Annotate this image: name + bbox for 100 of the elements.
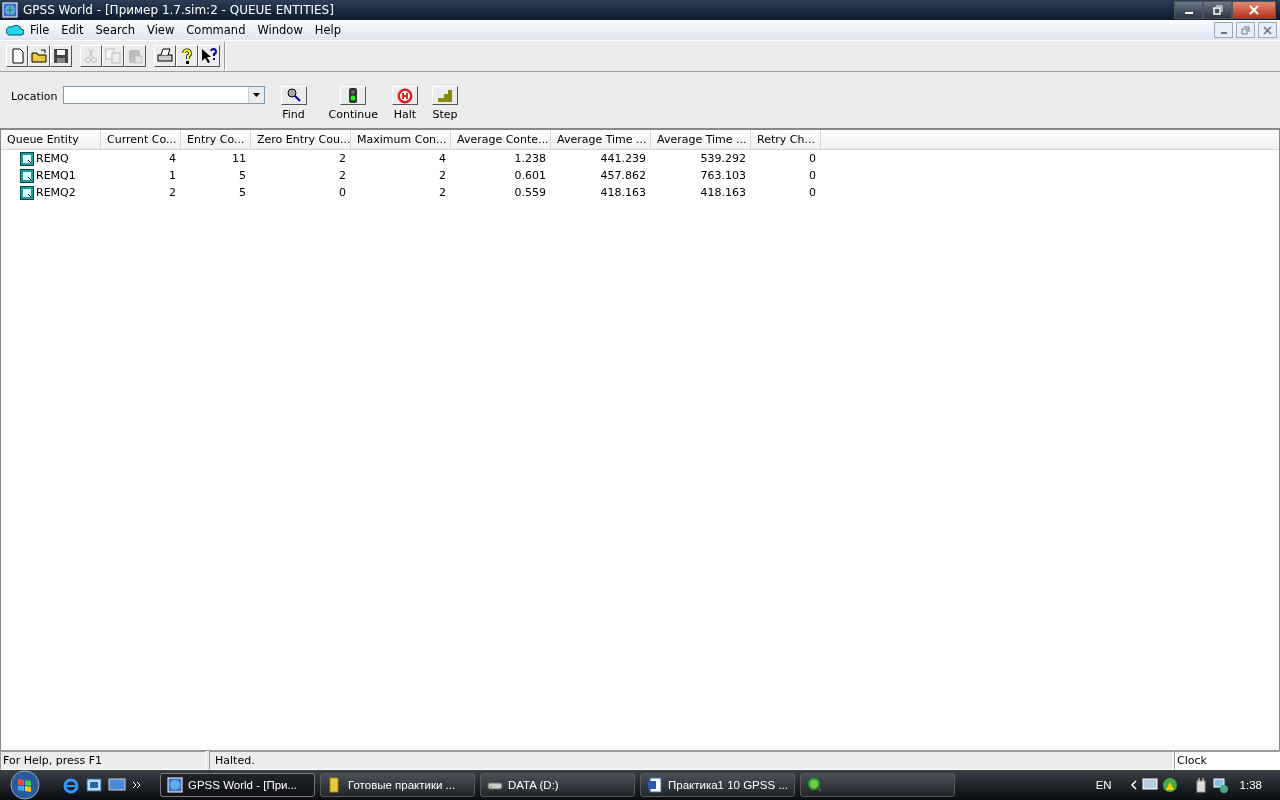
column-header[interactable]: Average Conte... [451,130,551,149]
chevron-icon[interactable] [1129,780,1138,790]
location-combo-box[interactable] [62,86,265,104]
continue-button[interactable] [340,86,367,105]
window-title: GPSS World - [Пример 1.7.sim:2 - QUEUE ENTITIES] [23,3,335,17]
table-cell-text: 0 [808,169,817,182]
step-button[interactable] [432,86,458,105]
table-cell-text: 0.601 [513,169,547,182]
close-icon [1263,25,1272,35]
taskbar-button[interactable]: Готовые практики ... [320,773,475,797]
table-cell-text: 0 [338,186,347,199]
queue-icon [20,151,34,166]
table-cell-text: 11 [231,152,247,165]
menu-item[interactable]: Command [180,23,252,37]
table-cell-text: 2 [438,186,447,199]
dropdown-arrow-icon [252,93,260,97]
menu-item[interactable]: Edit [55,23,90,37]
table-cell-text: 5 [238,169,247,182]
menu-item[interactable]: Help [308,23,347,37]
table-cell-text: 4 [438,152,447,165]
restore-button[interactable] [1203,1,1232,19]
taskbar-button[interactable]: DATA (D:) [480,773,635,797]
question-mark-button[interactable] [176,45,198,67]
column-header[interactable]: Entry Co... [181,130,251,149]
column-header[interactable]: Average Time ... [651,130,751,149]
power-plug-icon[interactable] [1193,777,1208,793]
find-label[interactable]: Find [282,108,305,121]
close-button[interactable] [1232,1,1276,19]
folder-button[interactable] [28,45,50,67]
printer-icon [156,47,174,65]
minimize-icon [1220,32,1227,34]
halt-button[interactable] [392,86,418,105]
taskbar-button[interactable]: GPSS World - [При... [160,773,315,797]
entity-name: REMQ1 [36,169,76,182]
column-header[interactable]: Queue Entity [1,130,101,149]
menu-item[interactable]: View [141,23,181,37]
clipboard-icon [126,47,144,65]
table-cell-text: 1.238 [513,152,547,165]
clock-panel: Clock [1174,751,1280,770]
restore-icon [1212,5,1223,15]
table-cell-text: 539.292 [699,152,747,165]
table-cell-text: 2 [338,169,347,182]
menu-item[interactable]: Search [89,23,142,37]
column-header[interactable]: Maximum Con... [351,130,451,149]
table-cell-text: 2 [168,186,177,199]
stop-sign-icon [396,87,414,104]
globe-icon [167,777,183,793]
table-cell-text: 0.559 [513,186,547,199]
magnifier-icon [284,87,303,104]
computer-icon[interactable] [1141,777,1158,793]
halt-label[interactable]: Halt [393,108,417,121]
table-cell-text: 441.239 [599,152,647,165]
table-cell-text: 0 [808,152,817,165]
table-cell-text: 763.103 [699,169,747,182]
location-label: Location [11,90,58,103]
table-cell-text: 4 [168,152,177,165]
warning-icon[interactable] [1161,777,1178,793]
close-button[interactable] [1258,22,1277,38]
column-header[interactable]: Current Co... [101,130,181,149]
table-cell-text: 0 [808,186,817,199]
floppy-disk-button[interactable] [50,45,72,67]
cloud-icon [6,23,24,37]
app-icon [2,2,18,18]
column-header[interactable]: Zero Entry Cou... [251,130,351,149]
table-cell-text: 1 [168,169,177,182]
scissors-icon [82,47,100,65]
stairs-icon [436,87,454,104]
minimize-button[interactable] [1174,1,1203,19]
queue-icon [20,185,34,200]
folder-icon [30,47,48,65]
entity-name: REMQ2 [36,186,76,199]
menu-item[interactable]: File [24,23,56,37]
pointer-question-icon [200,47,218,65]
restore-icon [1241,25,1250,35]
find-button[interactable] [280,86,307,105]
column-header[interactable]: Retry Ch... [751,130,821,149]
table-cell-text: 457.862 [599,169,647,182]
desktop-icon[interactable] [108,777,126,793]
column-header[interactable]: Average Time ... [551,130,651,149]
clock-time[interactable]: 1:38 [1239,779,1262,791]
pointer-question-button[interactable] [198,45,220,67]
language-indicator[interactable]: EN [1095,779,1112,791]
browser-icon[interactable] [62,776,80,794]
continue-label[interactable]: Continue [328,108,378,121]
status-help-text: For Help, press F1 [0,751,206,770]
windows-switch-icon[interactable] [86,777,102,793]
network-icon[interactable] [1211,777,1228,793]
menu-item[interactable]: Window [251,23,309,37]
close-icon [1249,5,1259,15]
taskbar-button[interactable]: Практика1 10 GPSS ... [640,773,795,797]
taskbar-button[interactable] [800,773,955,797]
step-label[interactable]: Step [432,108,458,121]
document-icon [647,777,663,793]
chevron-icon[interactable] [132,780,142,790]
printer-button[interactable] [154,45,176,67]
queue-icon [20,168,34,183]
document-button[interactable] [6,45,28,67]
table-cell-text: 418.163 [599,186,647,199]
copy-icon [104,47,122,65]
table-cell-text: 2 [338,152,347,165]
